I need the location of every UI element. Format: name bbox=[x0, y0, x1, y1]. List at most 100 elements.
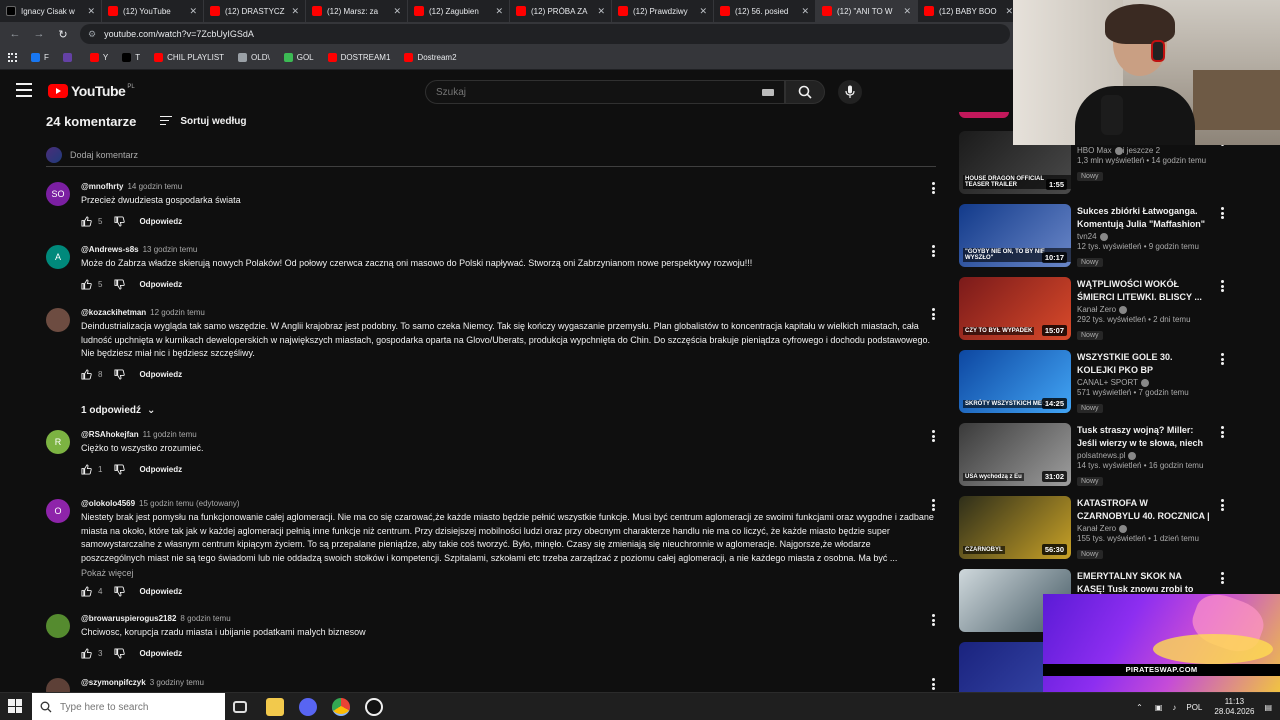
comment-author[interactable]: @RSAhokejfan bbox=[81, 430, 139, 439]
bookmark-item[interactable]: DOSTREAM1 bbox=[327, 53, 390, 62]
reply-button[interactable]: Odpowiedz bbox=[139, 465, 182, 474]
browser-tab[interactable]: (12) Zagubien ✕ bbox=[408, 0, 510, 22]
comment-author[interactable]: @browaruspierogus2182 bbox=[81, 614, 176, 623]
tab-close-icon[interactable]: ✕ bbox=[597, 6, 605, 17]
like-icon[interactable] bbox=[81, 586, 92, 597]
more-actions-icon[interactable] bbox=[932, 614, 936, 628]
search-box[interactable] bbox=[425, 80, 785, 104]
bookmark-item[interactable]: F bbox=[31, 53, 49, 62]
comment-time[interactable]: 13 godzin temu bbox=[143, 245, 198, 254]
channel-name[interactable]: CANAL+ SPORT bbox=[1077, 378, 1211, 387]
bookmark-item[interactable]: GOL bbox=[283, 53, 314, 62]
like-icon[interactable] bbox=[81, 215, 92, 227]
tab-close-icon[interactable]: ✕ bbox=[291, 6, 299, 17]
channel-name[interactable]: tvn24 bbox=[1077, 232, 1211, 241]
dislike-icon[interactable] bbox=[114, 368, 126, 380]
youtube-logo[interactable]: YouTube PL bbox=[48, 83, 135, 99]
browser-tab[interactable]: Ignacy Cisak w ✕ bbox=[0, 0, 102, 22]
like-icon[interactable] bbox=[81, 278, 92, 290]
bookmark-item[interactable]: T bbox=[122, 53, 140, 62]
dislike-icon[interactable] bbox=[114, 647, 126, 659]
bookmark-item[interactable]: Dostream2 bbox=[404, 53, 457, 62]
notifications-icon[interactable]: ▤ bbox=[1264, 703, 1272, 712]
menu-icon[interactable] bbox=[16, 83, 32, 97]
video-menu-icon[interactable] bbox=[1221, 572, 1225, 586]
commenter-avatar[interactable] bbox=[46, 678, 70, 692]
video-title[interactable]: WSZYSTKIE GOLE 30. KOLEJKI PKO BP EKSTRA… bbox=[1077, 351, 1211, 377]
browser-tab[interactable]: (12) Prawdziwy ✕ bbox=[612, 0, 714, 22]
dislike-icon[interactable] bbox=[114, 586, 126, 597]
browser-tab[interactable]: (12) DRASTYCZ ✕ bbox=[204, 0, 306, 22]
comment-time[interactable]: 3 godziny temu bbox=[150, 678, 204, 687]
windows-start-icon[interactable] bbox=[8, 699, 22, 713]
address-bar[interactable]: ⚙ youtube.com/watch?v=7ZcbUyIGSdA bbox=[80, 24, 1010, 44]
tab-close-icon[interactable]: ✕ bbox=[393, 6, 401, 17]
network-icon[interactable]: ▣ bbox=[1155, 703, 1163, 712]
dislike-icon[interactable] bbox=[114, 463, 126, 475]
tray-chevron-icon[interactable]: ⌃ bbox=[1136, 703, 1143, 712]
task-view-icon[interactable] bbox=[233, 701, 247, 713]
video-menu-icon[interactable] bbox=[1221, 426, 1225, 440]
taskbar-search[interactable] bbox=[32, 693, 225, 720]
browser-tab[interactable]: (12) PRÓBA ZA ✕ bbox=[510, 0, 612, 22]
language-indicator[interactable]: POL bbox=[1186, 703, 1202, 712]
browser-tab[interactable]: (12) YouTube ✕ bbox=[102, 0, 204, 22]
video-card[interactable]: SKRÓTY WSZYSTKICH MECZÓW 14:25 WSZYSTKIE G… bbox=[958, 350, 1280, 416]
sort-button[interactable]: Sortuj według bbox=[160, 115, 246, 128]
comment-time[interactable]: 12 godzin temu bbox=[150, 308, 205, 317]
browser-tab[interactable]: (12) Marsz: za ✕ bbox=[306, 0, 408, 22]
video-title[interactable]: EMERYTALNY SKOK NA KASĘ! Tusk znowu zrob… bbox=[1077, 570, 1211, 596]
comment-author[interactable]: @olokolo4569 bbox=[81, 499, 135, 508]
like-icon[interactable] bbox=[81, 368, 92, 380]
more-actions-icon[interactable] bbox=[932, 308, 936, 322]
video-menu-icon[interactable] bbox=[1221, 353, 1225, 367]
video-thumbnail[interactable]: "GOYBY NIE ON, TO BY NIE WYSZŁO" 10:17 bbox=[959, 204, 1071, 267]
video-title[interactable]: WĄTPLIWOŚCI WOKÓŁ ŚMIERCI LITEWKI. BLISC… bbox=[1077, 278, 1211, 304]
video-thumbnail[interactable]: USA wychodzą z Eu 31:02 bbox=[959, 423, 1071, 486]
add-comment-box[interactable]: Dodaj komentarz bbox=[46, 147, 936, 167]
reply-button[interactable]: Odpowiedz bbox=[139, 649, 182, 658]
video-title[interactable]: KATASTROFA W CZARNOBYLU 40. ROCZNICA | F… bbox=[1077, 497, 1211, 523]
video-menu-icon[interactable] bbox=[1221, 499, 1225, 513]
browser-tab[interactable]: (12) BABY BOO ✕ bbox=[918, 0, 1020, 22]
taskbar-search-input[interactable] bbox=[60, 701, 210, 713]
bookmark-item[interactable]: CHIL PLAYLIST bbox=[154, 53, 224, 62]
keyboard-icon[interactable] bbox=[762, 89, 774, 96]
tab-close-icon[interactable]: ✕ bbox=[189, 6, 197, 17]
obs-icon[interactable] bbox=[365, 698, 383, 716]
video-title[interactable]: Sukces zbiórki Łatwoganga. Komentują Jul… bbox=[1077, 205, 1211, 231]
video-menu-icon[interactable] bbox=[1221, 207, 1225, 221]
video-thumbnail[interactable]: SKRÓTY WSZYSTKICH MECZÓW 14:25 bbox=[959, 350, 1071, 413]
back-icon[interactable]: ← bbox=[4, 28, 26, 40]
search-input[interactable] bbox=[436, 86, 736, 98]
like-icon[interactable] bbox=[81, 647, 92, 659]
chrome-icon[interactable] bbox=[332, 698, 350, 716]
like-icon[interactable] bbox=[81, 463, 92, 475]
channel-name[interactable]: HBO Max i jeszcze 2 bbox=[1077, 146, 1211, 155]
comment-author[interactable]: @kozackihetman bbox=[81, 308, 146, 317]
volume-icon[interactable]: ♪ bbox=[1172, 703, 1176, 712]
tab-close-icon[interactable]: ✕ bbox=[801, 6, 809, 17]
reload-icon[interactable]: ↻ bbox=[52, 28, 74, 41]
more-actions-icon[interactable] bbox=[932, 245, 936, 259]
video-thumbnail[interactable]: CZARNOBYL 56:30 bbox=[959, 496, 1071, 559]
reply-button[interactable]: Odpowiedz bbox=[139, 587, 182, 596]
video-card[interactable]: CZY TO BYŁ WYPADEK 15:07 WĄTPLIWOŚCI WOKÓŁ… bbox=[958, 277, 1280, 343]
reply-button[interactable]: Odpowiedz bbox=[139, 370, 182, 379]
voice-search-button[interactable] bbox=[838, 80, 862, 104]
browser-tab[interactable]: (12) "ANI TO W ✕ bbox=[816, 0, 918, 22]
dislike-icon[interactable] bbox=[114, 215, 126, 227]
more-actions-icon[interactable] bbox=[932, 499, 936, 513]
comment-author[interactable]: @mnofhrty bbox=[81, 182, 123, 191]
comment-time[interactable]: 11 godzin temu bbox=[143, 430, 197, 439]
video-title[interactable]: Tusk straszy wojną? Miller: Jeśli wierzy… bbox=[1077, 424, 1211, 450]
video-menu-icon[interactable] bbox=[1221, 280, 1225, 294]
reply-button[interactable]: Odpowiedz bbox=[139, 280, 182, 289]
commenter-avatar[interactable] bbox=[46, 308, 70, 332]
comment-author[interactable]: @Andrews-s8s bbox=[81, 245, 139, 254]
channel-name[interactable]: Kanał Zero bbox=[1077, 305, 1211, 314]
dislike-icon[interactable] bbox=[114, 278, 126, 290]
video-card[interactable]: USA wychodzą z Eu 31:02 Tusk straszy wojną… bbox=[958, 423, 1280, 489]
browser-tab[interactable]: (12) 56. posied ✕ bbox=[714, 0, 816, 22]
comment-time[interactable]: 8 godzin temu bbox=[180, 614, 230, 623]
